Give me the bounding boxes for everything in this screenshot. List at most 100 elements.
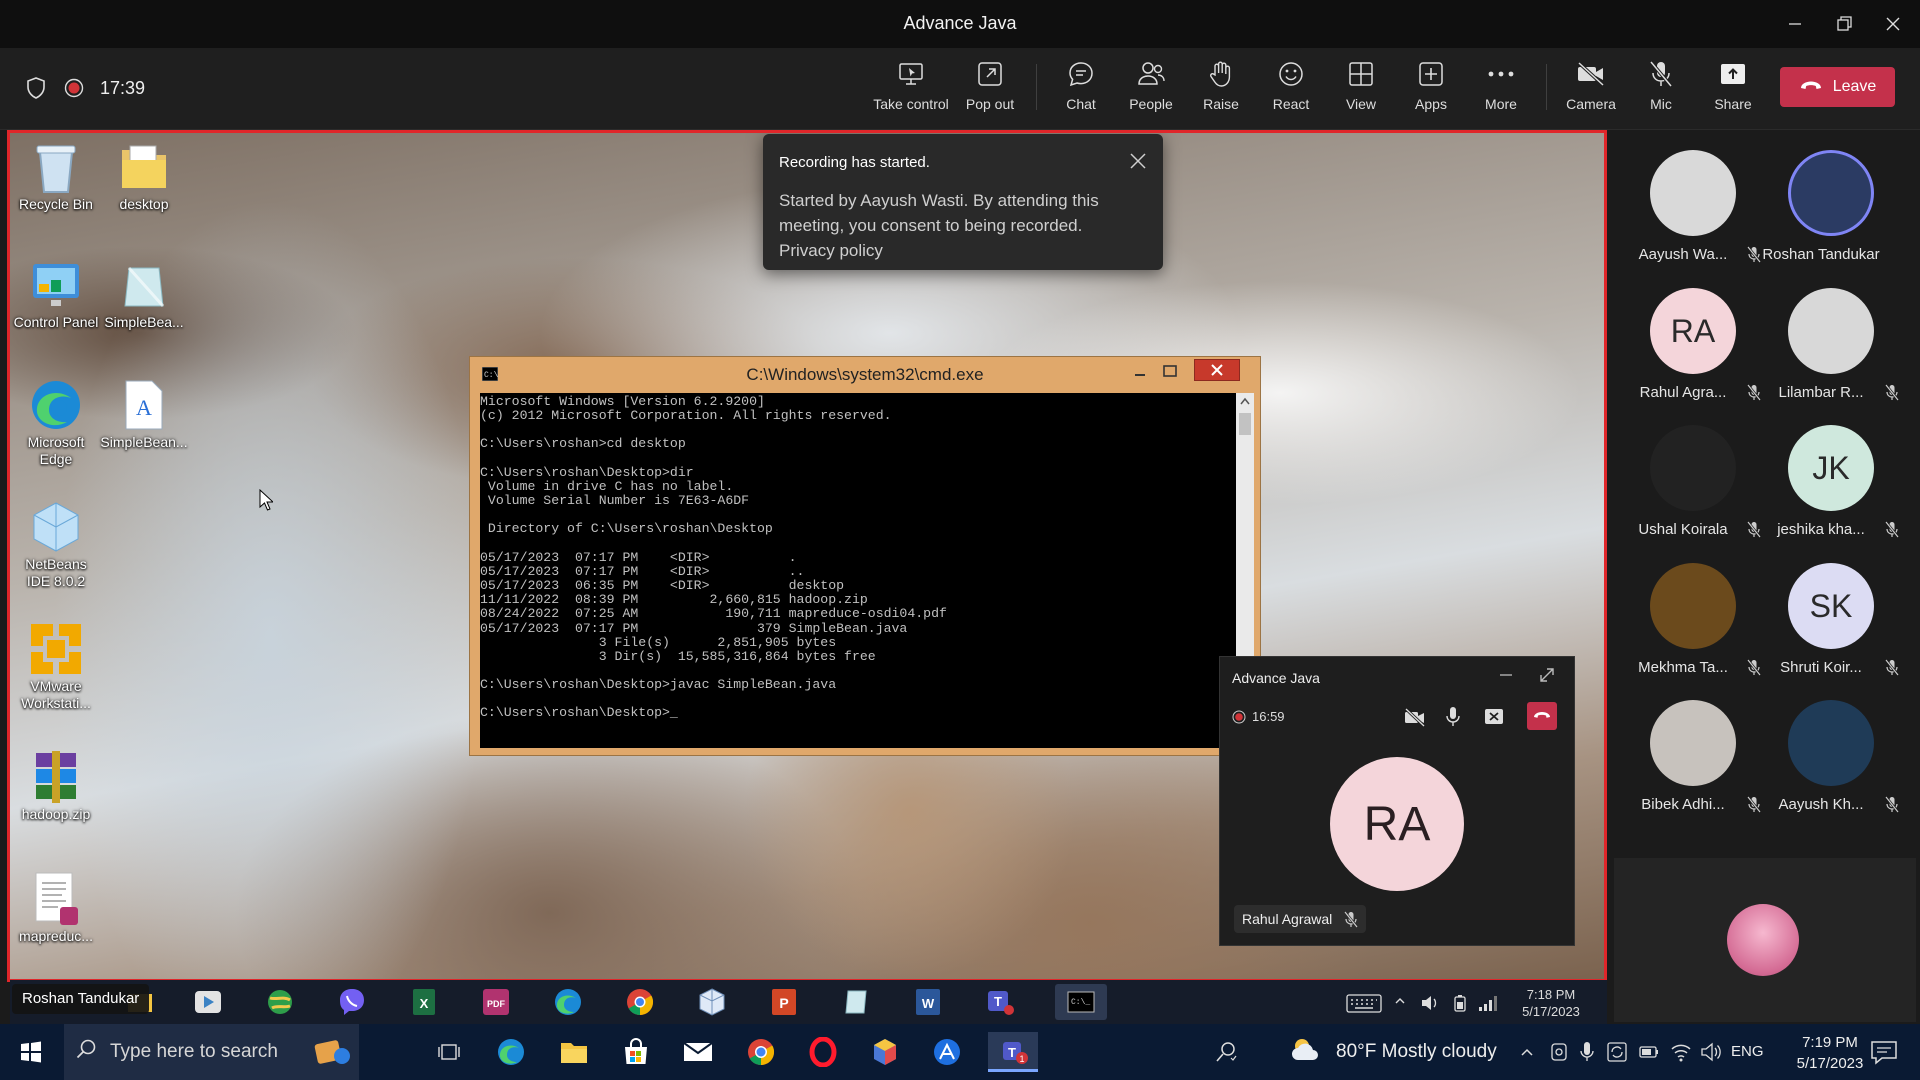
cmd-taskbar-button[interactable]: C:\_ <box>1055 984 1107 1020</box>
stop-share-icon[interactable] <box>1484 708 1504 731</box>
windows-start-icon[interactable] <box>10 1032 52 1072</box>
excel-taskbar-button[interactable]: X <box>402 984 446 1020</box>
raise-hand-button[interactable]: Raise <box>1186 58 1256 124</box>
system-clock[interactable]: 7:19 PM 5/17/2023 <box>1780 1032 1880 1074</box>
edge-taskbar-button[interactable] <box>546 984 590 1020</box>
participant-tile[interactable]: Bibek Adhi... <box>1623 700 1763 825</box>
participant-tile[interactable]: Roshan Tandukar <box>1761 150 1901 275</box>
desktop-icon-recycle-bin[interactable]: Recycle Bin <box>13 138 99 213</box>
mini-meeting-window[interactable]: Advance Java 16:59 RA Rahul Agrawal <box>1219 656 1575 946</box>
media-player-taskbar-button[interactable] <box>186 984 230 1020</box>
share-button[interactable]: Share <box>1698 58 1768 124</box>
keyboard-icon[interactable] <box>1346 992 1382 1019</box>
participant-tile[interactable]: JK jeshika kha... <box>1761 425 1901 550</box>
view-button[interactable]: View <box>1326 58 1396 124</box>
desktop-icon-simplebean-class[interactable]: SimpleBea... <box>101 256 187 331</box>
pop-out-button[interactable]: Pop out <box>955 58 1025 124</box>
chevron-up-icon[interactable] <box>1520 1045 1534 1064</box>
desktop-icon-vmware[interactable]: VMware Workstati... <box>13 620 99 712</box>
minimize-icon[interactable] <box>1498 667 1514 688</box>
teams-taskbar-button[interactable]: T <box>978 984 1022 1020</box>
weather-widget[interactable]: 80°F Mostly cloudy <box>1290 1024 1497 1080</box>
battery-icon <box>1638 1042 1660 1067</box>
chrome-taskbar-button[interactable] <box>618 984 662 1020</box>
store-icon[interactable] <box>615 1032 657 1072</box>
notepad-taskbar-button[interactable] <box>834 984 878 1020</box>
shared-clock: 7:18 PM 5/17/2023 <box>1522 987 1580 1019</box>
share-icon <box>1719 58 1747 90</box>
participant-tile[interactable]: Lilambar R... <box>1761 288 1901 413</box>
volume-icon[interactable] <box>1420 994 1440 1017</box>
participant-tile[interactable]: SK Shruti Koir... <box>1761 563 1901 688</box>
desktop-icon-mapreduce-pdf[interactable]: mapreduc... <box>13 870 99 945</box>
avatar <box>1650 563 1736 649</box>
close-window-button[interactable] <box>1870 0 1916 48</box>
participant-name-tag: Rahul Agrawal <box>1234 905 1367 933</box>
apps-button[interactable]: Apps <box>1396 58 1466 124</box>
mic-off-icon <box>1746 796 1762 819</box>
hang-up-icon <box>1533 707 1551 725</box>
mic-off-icon <box>1884 521 1900 544</box>
desktop-icon-microsoft-edge[interactable]: Microsoft Edge <box>13 376 99 468</box>
participant-tile[interactable]: Mekhma Ta... <box>1623 563 1763 688</box>
vpn-icon[interactable] <box>926 1032 968 1072</box>
meeting-timer: 17:39 <box>100 78 146 98</box>
cmd-close-button[interactable] <box>1194 359 1240 381</box>
minimize-button[interactable] <box>1772 0 1818 48</box>
netbeans-icon <box>27 498 85 556</box>
word-taskbar-button[interactable]: W <box>906 984 950 1020</box>
file-explorer-icon[interactable] <box>553 1032 595 1072</box>
participant-tile[interactable]: Aayush Kh... <box>1761 700 1901 825</box>
close-icon[interactable] <box>1129 152 1147 175</box>
camera-button[interactable]: Camera <box>1556 58 1626 124</box>
cmd-window[interactable]: C:\ C:\Windows\system32\cmd.exe Microsof… <box>469 356 1261 756</box>
desktop-icon-netbeans[interactable]: NetBeans IDE 8.0.2 <box>13 498 99 590</box>
mic-button[interactable]: Mic <box>1626 58 1696 124</box>
expand-icon[interactable] <box>1538 666 1556 689</box>
desktop-icon-hadoop-zip[interactable]: hadoop.zip <box>13 748 99 823</box>
notification-icon[interactable] <box>1870 1039 1898 1070</box>
more-button[interactable]: More <box>1466 58 1536 124</box>
leave-button[interactable]: Leave <box>1780 67 1895 107</box>
participant-tile[interactable]: Ushal Koirala <box>1623 425 1763 550</box>
task-view-icon[interactable] <box>428 1032 470 1072</box>
edge-icon <box>555 989 581 1015</box>
privacy-policy-link[interactable]: Privacy policy <box>779 238 1129 263</box>
chrome-icon[interactable] <box>740 1032 782 1072</box>
viber-taskbar-button[interactable] <box>330 984 374 1020</box>
edge-taskbar-icon[interactable] <box>490 1032 532 1072</box>
mini-leave-button[interactable] <box>1527 702 1557 730</box>
language-indicator[interactable]: ENG <box>1731 1043 1764 1060</box>
react-button[interactable]: React <box>1256 58 1326 124</box>
battery-icon <box>1450 994 1470 1017</box>
mail-icon[interactable] <box>677 1032 719 1072</box>
chat-button[interactable]: Chat <box>1046 58 1116 124</box>
mic-icon[interactable] <box>1444 706 1462 733</box>
opera-icon[interactable] <box>802 1032 844 1072</box>
wifi-icon <box>1670 1042 1692 1067</box>
cmd-maximize-button[interactable] <box>1162 363 1178 384</box>
desktop-icon-control-panel[interactable]: Control Panel <box>13 256 99 331</box>
cmd-minimize-button[interactable] <box>1132 363 1148 384</box>
featured-participant-tile[interactable] <box>1614 858 1916 1022</box>
people-button[interactable]: People <box>1116 58 1186 124</box>
mic-off-icon <box>1648 58 1674 90</box>
teams-taskbar-icon[interactable]: T1 <box>988 1032 1038 1072</box>
take-control-button[interactable]: Take control <box>873 58 949 124</box>
powerpoint-taskbar-button[interactable]: P <box>762 984 806 1020</box>
desktop-icon-desktop-folder[interactable]: desktop <box>101 138 187 213</box>
restore-button[interactable] <box>1822 0 1868 48</box>
chevron-up-icon[interactable] <box>1394 994 1406 1013</box>
globe-taskbar-button[interactable] <box>258 984 302 1020</box>
taskbar-search[interactable]: Type here to search <box>64 1024 359 1080</box>
participant-tile[interactable]: RA Rahul Agra... <box>1623 288 1763 413</box>
participant-tile[interactable]: Aayush Wa... <box>1623 150 1763 275</box>
pdf-taskbar-button[interactable]: PDF <box>474 984 518 1020</box>
app-icon[interactable] <box>864 1032 906 1072</box>
virtualbox-taskbar-button[interactable] <box>690 984 734 1020</box>
camera-off-icon[interactable] <box>1404 707 1426 732</box>
search-assist-icon[interactable] <box>1205 1032 1247 1072</box>
virtualbox-icon <box>699 988 725 1016</box>
recording-icon <box>1232 710 1246 729</box>
desktop-icon-simplebean-java[interactable]: A SimpleBean... <box>100 376 188 451</box>
